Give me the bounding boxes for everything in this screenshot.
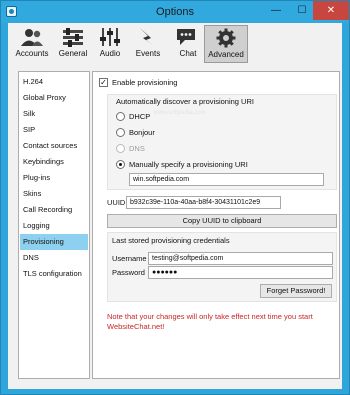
sidebar-item-contact-sources[interactable]: Contact sources bbox=[20, 138, 88, 154]
category-toolbar: Accounts General Audio Events Chat Advan… bbox=[8, 23, 342, 65]
sidebar-item-plugins[interactable]: Plug-ins bbox=[20, 170, 88, 186]
sidebar-item-h264[interactable]: H.264 bbox=[20, 74, 88, 90]
sidebar-item-sip[interactable]: SIP bbox=[20, 122, 88, 138]
password-field[interactable]: ●●●●●● bbox=[148, 266, 333, 279]
enable-provisioning-label: Enable provisioning bbox=[112, 78, 178, 87]
events-icon bbox=[140, 28, 154, 46]
sidebar-item-global-proxy[interactable]: Global Proxy bbox=[20, 90, 88, 106]
uuid-field[interactable]: b932c39e-110a-40aa-b8f4-30431101c2e9 bbox=[126, 196, 281, 209]
toolbar-label: Advanced bbox=[208, 50, 244, 59]
credentials-heading: Last stored provisioning credentials bbox=[112, 236, 230, 245]
toolbar-label: General bbox=[58, 49, 88, 58]
softpedia-watermark: www.softpedia.com bbox=[154, 110, 206, 116]
toolbar-chat[interactable]: Chat bbox=[174, 25, 202, 63]
dns-radio[interactable] bbox=[116, 144, 125, 153]
bonjour-label: Bonjour bbox=[129, 128, 155, 137]
close-button[interactable]: ✕ bbox=[313, 1, 349, 20]
sidebar-item-silk[interactable]: Silk bbox=[20, 106, 88, 122]
accounts-icon bbox=[21, 29, 43, 46]
toolbar-audio[interactable]: Audio bbox=[96, 25, 124, 63]
toolbar-accounts[interactable]: Accounts bbox=[12, 25, 52, 63]
username-label: Username bbox=[112, 254, 147, 263]
dhcp-radio[interactable] bbox=[116, 112, 125, 121]
toolbar-events[interactable]: Events bbox=[134, 25, 162, 63]
password-label: Password bbox=[112, 268, 145, 277]
title-bar[interactable]: Options — ☐ ✕ bbox=[1, 1, 349, 23]
toolbar-general[interactable]: General bbox=[58, 25, 88, 63]
auto-discover-heading: Automatically discover a provisioning UR… bbox=[116, 97, 254, 106]
toolbar-label: Audio bbox=[99, 49, 121, 58]
sidebar-item-dns[interactable]: DNS bbox=[20, 250, 88, 266]
manual-uri-label: Manually specify a provisioning URI bbox=[129, 160, 248, 169]
advanced-sidebar: H.264 Global Proxy Silk SIP Contact sour… bbox=[18, 71, 90, 379]
audio-icon bbox=[100, 28, 120, 46]
restart-note-line1: Note that your changes will only take ef… bbox=[107, 312, 313, 321]
sidebar-item-skins[interactable]: Skins bbox=[20, 186, 88, 202]
options-window: Options — ☐ ✕ Accounts General Audio Eve… bbox=[0, 0, 350, 395]
credentials-group: Last stored provisioning credentials Use… bbox=[107, 232, 337, 302]
toolbar-label: Chat bbox=[179, 49, 197, 58]
dialog-client: Accounts General Audio Events Chat Advan… bbox=[8, 23, 342, 389]
advanced-icon bbox=[216, 28, 236, 48]
auto-discover-group: Automatically discover a provisioning UR… bbox=[107, 94, 337, 190]
sidebar-item-tls-configuration[interactable]: TLS configuration bbox=[20, 266, 88, 282]
sidebar-item-logging[interactable]: Logging bbox=[20, 218, 88, 234]
sidebar-item-call-recording[interactable]: Call Recording bbox=[20, 202, 88, 218]
username-field[interactable]: testing@softpedia.com bbox=[148, 252, 333, 265]
chat-icon bbox=[177, 29, 195, 45]
general-icon bbox=[63, 28, 83, 47]
restart-note-line2: WebsiteChat.net! bbox=[107, 322, 165, 331]
toolbar-label: Events bbox=[135, 49, 161, 58]
bonjour-radio[interactable] bbox=[116, 128, 125, 137]
copy-uuid-button[interactable]: Copy UUID to clipboard bbox=[107, 214, 337, 228]
forget-password-button[interactable]: Forget Password! bbox=[260, 284, 332, 298]
uuid-label: UUID bbox=[107, 198, 126, 207]
dns-label: DNS bbox=[129, 144, 145, 153]
maximize-button[interactable]: ☐ bbox=[289, 1, 315, 20]
sidebar-item-provisioning[interactable]: Provisioning bbox=[20, 234, 88, 250]
provisioning-uri-field[interactable]: win.softpedia.com bbox=[129, 173, 324, 186]
enable-provisioning-checkbox[interactable]: ✓ bbox=[99, 78, 108, 87]
sidebar-item-keybindings[interactable]: Keybindings bbox=[20, 154, 88, 170]
minimize-button[interactable]: — bbox=[263, 1, 289, 20]
toolbar-label: Accounts bbox=[15, 49, 49, 58]
manual-uri-radio[interactable] bbox=[116, 160, 125, 169]
dhcp-label: DHCP bbox=[129, 112, 151, 121]
provisioning-panel: ✓ Enable provisioning Automatically disc… bbox=[92, 71, 340, 379]
toolbar-advanced[interactable]: Advanced bbox=[204, 25, 248, 63]
